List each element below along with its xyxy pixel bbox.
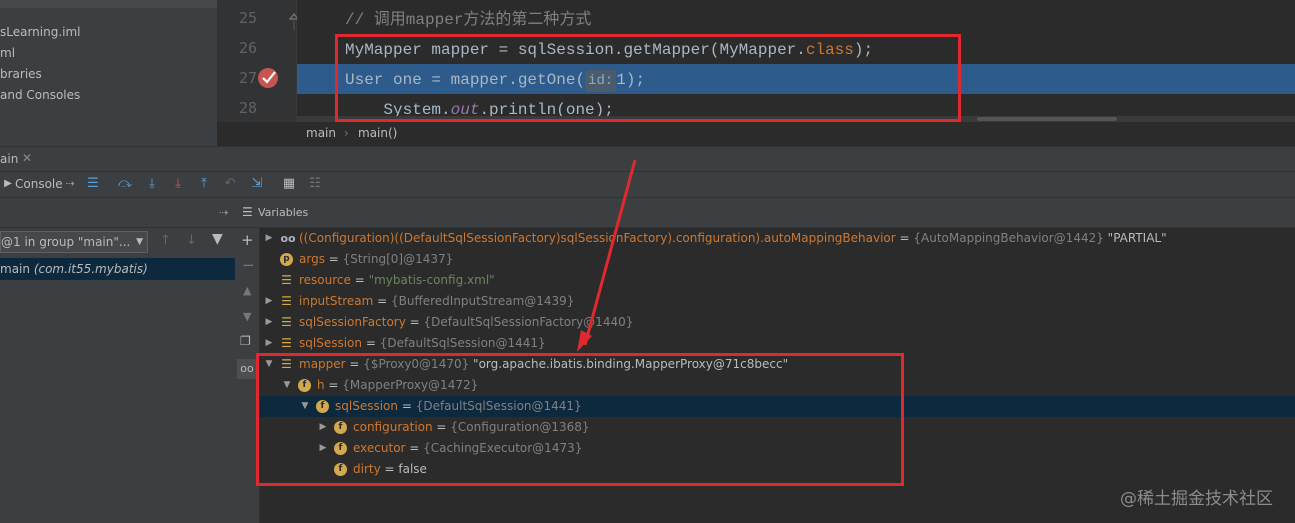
annotation-arrow: [577, 159, 637, 352]
watermark: @稀土掘金技术社区: [1120, 489, 1273, 509]
